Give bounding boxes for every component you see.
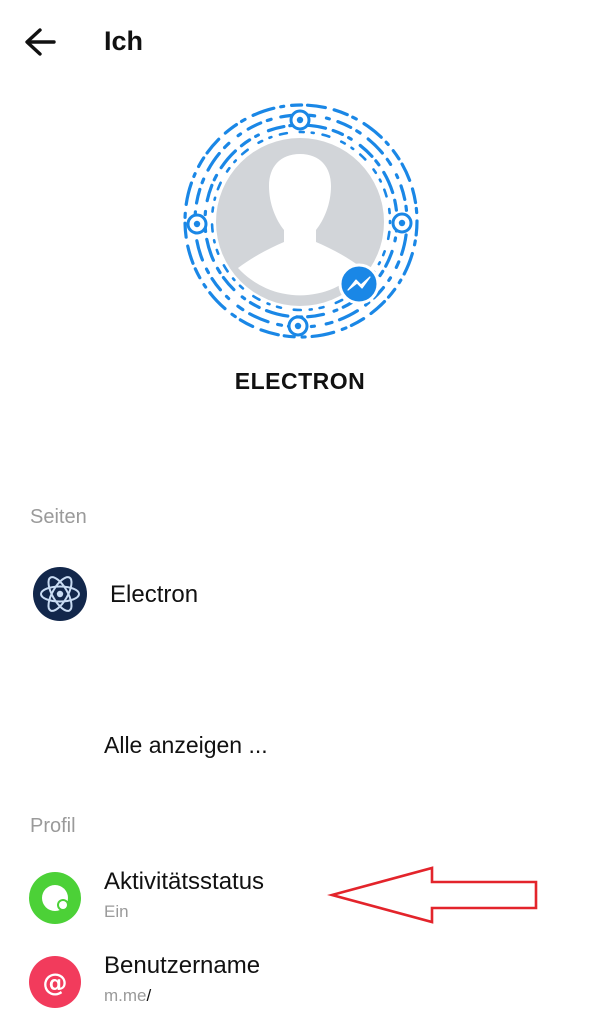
app-header: Ich — [0, 0, 600, 90]
profile-name: ELECTRON — [234, 368, 366, 394]
atom-logo-icon — [32, 566, 88, 622]
username-title: Benutzername — [104, 952, 261, 979]
arrow-left-icon — [25, 28, 56, 56]
svg-text:@: @ — [43, 968, 68, 997]
page-item-electron[interactable]: Electron — [0, 560, 600, 630]
activity-status-title: Aktivitätsstatus — [104, 868, 265, 895]
show-all-link[interactable]: Alle anzeigen ... — [104, 732, 268, 759]
section-label-profile: Profil — [30, 815, 76, 837]
activity-status-value: Ein — [104, 902, 129, 921]
messenger-code[interactable] — [176, 96, 426, 346]
page-item-label: Electron — [110, 581, 199, 608]
username-value: m.me/ — [104, 986, 151, 1006]
username-suffix: / — [146, 986, 152, 1005]
red-arrow-icon — [326, 862, 546, 928]
back-button[interactable] — [18, 22, 62, 66]
section-label-pages: Seiten — [30, 506, 87, 528]
profile-item-username[interactable]: @ Benutzername m.me/ — [0, 948, 600, 1026]
username-domain: m.me — [104, 986, 147, 1005]
at-sign-icon: @ — [29, 956, 81, 1008]
messenger-badge — [338, 263, 380, 305]
activity-status-icon — [29, 872, 81, 924]
page-title: Ich — [104, 26, 144, 56]
